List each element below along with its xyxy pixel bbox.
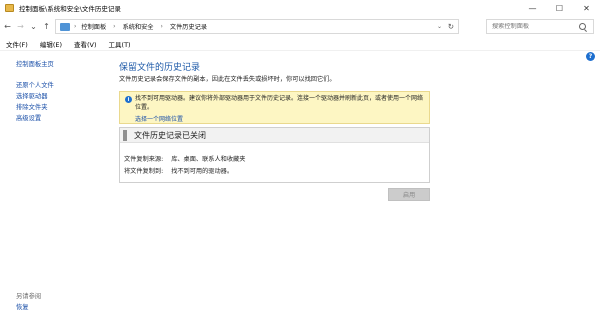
breadcrumb-file-history[interactable]: 文件历史记录 xyxy=(170,22,207,31)
status-header: 文件历史记录已关闭 xyxy=(120,128,429,143)
status-indicator xyxy=(123,130,127,141)
menu-file[interactable]: 文件(F) xyxy=(6,39,28,49)
status-panel: 文件历史记录已关闭 文件复制来源: 库、桌面、联系人和收藏夹 将文件复制到: 找… xyxy=(119,127,430,183)
minimize-button[interactable]: — xyxy=(519,0,546,16)
window-title: 控制面板\系统和安全\文件历史记录 xyxy=(19,5,121,13)
search-icon[interactable] xyxy=(579,23,586,30)
copy-to-value: 找不到可用的驱动器。 xyxy=(171,168,234,175)
help-icon[interactable]: ? xyxy=(586,52,595,61)
menu-tools[interactable]: 工具(T) xyxy=(109,39,131,49)
copy-to-row: 将文件复制到: 找不到可用的驱动器。 xyxy=(124,166,233,175)
search-box[interactable] xyxy=(486,19,594,34)
see-also-section: 另请参阅 恢复 xyxy=(16,291,41,311)
recent-locations-chevron-icon[interactable]: ⌄ xyxy=(28,20,39,34)
copy-from-label: 文件复制来源: xyxy=(124,156,164,163)
choose-network-location-link[interactable]: 选择一个网络位置 xyxy=(135,114,183,123)
forward-arrow-icon[interactable]: → xyxy=(15,20,26,34)
address-dropdown-icon[interactable]: ⌄ xyxy=(437,23,442,30)
sidebar-item-exclude-folders[interactable]: 排除文件夹 xyxy=(16,102,106,113)
sidebar-item-advanced-settings[interactable]: 高级设置 xyxy=(16,113,106,124)
title-bar: 控制面板\系统和安全\文件历史记录 — ☐ ✕ xyxy=(0,0,600,16)
refresh-icon[interactable]: ↻ xyxy=(448,22,454,31)
close-button[interactable]: ✕ xyxy=(573,0,600,16)
copy-from-value: 库、桌面、联系人和收藏夹 xyxy=(171,156,246,163)
sidebar-item-select-drive[interactable]: 选择驱动器 xyxy=(16,91,106,102)
sidebar-item-home[interactable]: 控制面板主页 xyxy=(16,59,106,70)
address-toolbar: ← → ⌄ ↑ › 控制面板 › 系统和安全 › 文件历史记录 ⌄ ↻ xyxy=(0,16,600,37)
address-field[interactable]: › 控制面板 › 系统和安全 › 文件历史记录 ⌄ ↻ xyxy=(55,19,459,34)
maximize-button[interactable]: ☐ xyxy=(546,0,573,16)
see-also-label: 另请参阅 xyxy=(16,293,42,300)
folder-icon xyxy=(5,4,14,12)
breadcrumb-separator: › xyxy=(74,23,77,30)
main-content: 保留文件的历史记录 文件历史记录会保存文件的副本，因此在文件丢失或损坏时，你可以… xyxy=(119,62,429,85)
copy-from-row: 文件复制来源: 库、桌面、联系人和收藏夹 xyxy=(124,154,245,163)
warning-banner: i 找不到可用驱动器。建议你将外部驱动器用于文件历史记录。连接一个驱动器并刷新此… xyxy=(119,91,430,124)
back-arrow-icon[interactable]: ← xyxy=(2,20,13,34)
menu-bar: 文件(F) 编辑(E) 查看(V) 工具(T) xyxy=(0,38,600,51)
menu-view[interactable]: 查看(V) xyxy=(74,39,97,49)
sidebar: 控制面板主页 还原个人文件 选择驱动器 排除文件夹 高级设置 xyxy=(16,59,106,124)
warning-text: 找不到可用驱动器。建议你将外部驱动器用于文件历史记录。连接一个驱动器并刷新此页，… xyxy=(135,95,424,111)
menu-edit[interactable]: 编辑(E) xyxy=(40,39,62,49)
search-input[interactable] xyxy=(487,23,577,30)
breadcrumb-control-panel[interactable]: 控制面板 xyxy=(81,22,106,31)
info-icon: i xyxy=(125,96,132,103)
breadcrumb-system-security[interactable]: 系统和安全 xyxy=(123,22,154,31)
sidebar-item-restore-files[interactable]: 还原个人文件 xyxy=(16,80,106,91)
page-description: 文件历史记录会保存文件的副本，因此在文件丢失或损坏时，你可以找回它们。 xyxy=(119,76,336,83)
page-title: 保留文件的历史记录 xyxy=(119,63,201,73)
status-title: 文件历史记录已关闭 xyxy=(134,131,206,140)
breadcrumb-separator: › xyxy=(160,23,163,30)
enable-button[interactable]: 启用 xyxy=(388,188,430,201)
copy-to-label: 将文件复制到: xyxy=(124,168,164,175)
sidebar-item-recovery[interactable]: 恢复 xyxy=(16,302,41,311)
control-panel-icon xyxy=(60,22,70,31)
up-arrow-icon[interactable]: ↑ xyxy=(41,20,52,34)
breadcrumb-separator: › xyxy=(113,23,116,30)
